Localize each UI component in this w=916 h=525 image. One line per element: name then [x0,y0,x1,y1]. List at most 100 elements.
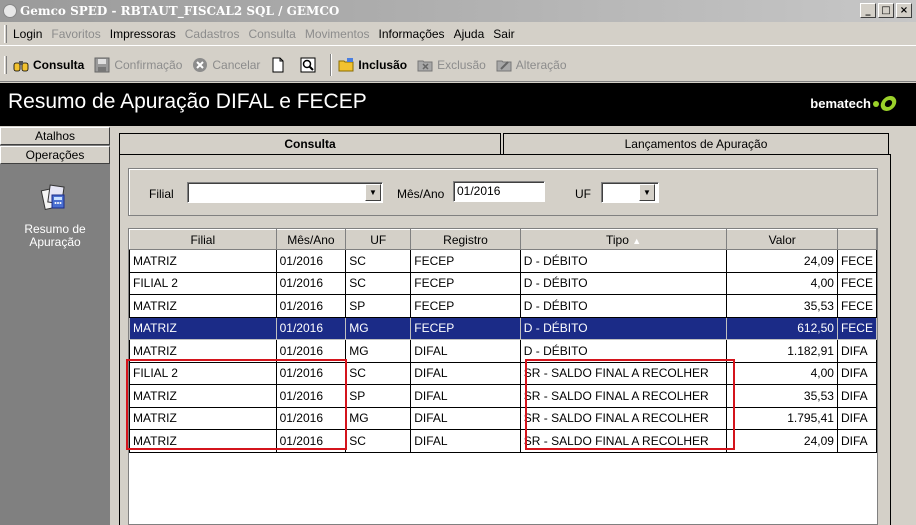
col-header-extra[interactable] [836,229,877,250]
col-header-registro[interactable]: Registro [410,229,521,250]
cell-valor: 4,00 [726,361,838,385]
menu-sair[interactable]: Sair [493,27,514,41]
cancelar-button[interactable]: Cancelar [192,57,260,73]
filial-dropdown-button[interactable]: ▼ [365,184,381,201]
mes-ano-input[interactable]: 01/2016 [453,181,545,202]
cell-registro: FECEP [410,271,521,295]
cell-extra: DIFA [836,361,877,385]
table-row[interactable]: FILIAL 2 01/2016 SC FECEP D - DÉBITO 4,00 FECE [129,271,877,295]
cell-filial: MATRIZ [129,294,277,318]
cell-extra: FECE [836,271,877,295]
menu-ajuda[interactable]: Ajuda [454,27,485,41]
brand-ring-icon [878,96,899,111]
cell-mes-ano: 01/2016 [275,294,347,318]
grid-header-row: Filial Mês/Ano UF Registro Tipo ▲ Valor [129,229,877,250]
sidebar-item-resumo-apuracao[interactable]: Resumo de Apuração [0,223,110,249]
filter-panel: Filial ▼ Mês/Ano 01/2016 UF ▼ [128,168,878,216]
cell-registro: DIFAL [410,339,521,363]
col-header-valor[interactable]: Valor [726,229,838,250]
calculator-document-icon[interactable] [40,183,68,211]
col-header-mes-ano[interactable]: Mês/Ano [275,229,347,250]
exclusao-label: Exclusão [437,57,486,72]
menu-movimentos[interactable]: Movimentos [305,27,370,41]
cancelar-label: Cancelar [212,57,261,72]
cell-registro: DIFAL [410,361,521,385]
cell-valor: 4,00 [726,271,838,295]
maximize-button[interactable]: □ [878,3,894,18]
close-button[interactable]: × [896,3,912,18]
consulta-label: Consulta [33,57,85,72]
main-content: Consulta Lançamentos de Apuração Filial … [111,127,916,525]
cell-registro: DIFAL [410,429,521,453]
cell-valor: 35,53 [726,384,838,408]
cell-tipo: D - DÉBITO [519,271,728,295]
toolbar-grip[interactable] [4,55,7,74]
col-header-tipo[interactable]: Tipo ▲ [519,229,728,250]
confirmacao-label: Confirmação [114,57,183,72]
filial-label: Filial [149,187,174,201]
cell-uf: MG [345,316,412,340]
menu-favoritos[interactable]: Favoritos [51,27,100,41]
menu-bar: Login Favoritos Impressoras Cadastros Co… [0,22,916,46]
new-document-icon [270,57,286,73]
tab-lancamentos-apuracao[interactable]: Lançamentos de Apuração [503,133,889,155]
menu-impressoras[interactable]: Impressoras [110,27,176,41]
binoculars-icon [13,57,29,73]
menu-consulta[interactable]: Consulta [248,27,295,41]
table-row[interactable]: MATRIZ 01/2016 SC FECEP D - DÉBITO 24,09 FECE [129,249,877,273]
brand-dot-icon [873,100,879,107]
cell-valor: 1.182,91 [726,339,838,363]
app-icon [3,4,17,18]
table-row[interactable]: MATRIZ 01/2016 SP FECEP D - DÉBITO 35,53 FECE [129,294,877,318]
cell-tipo: D - DÉBITO [519,249,728,273]
cell-extra: DIFA [836,384,877,408]
cell-valor: 24,09 [726,249,838,273]
highlight-box-filial [126,359,347,450]
sidebar-operacoes-button[interactable]: Operações [0,146,110,164]
cell-uf: SC [345,271,412,295]
cell-uf: SP [345,384,412,408]
cell-extra: DIFA [836,406,877,430]
tab-consulta[interactable]: Consulta [119,133,501,155]
cell-uf: MG [345,406,412,430]
confirmacao-button[interactable]: Confirmação [94,57,182,73]
cell-valor: 24,09 [726,429,838,453]
cell-tipo: D - DÉBITO [519,316,728,340]
sort-ascending-icon: ▲ [632,235,642,246]
menu-cadastros[interactable]: Cadastros [185,27,240,41]
cell-filial: MATRIZ [129,316,277,340]
toolbar-separator [330,53,333,76]
cell-uf: SC [345,429,412,453]
alteracao-button[interactable]: Alteração [496,57,567,73]
sidebar-atalhos-button[interactable]: Atalhos [0,127,110,145]
menubar-grip[interactable] [4,24,7,43]
page-title: Resumo de Apuração DIFAL e FECEP [8,90,367,113]
filial-select[interactable] [187,182,383,203]
new-document-button[interactable] [270,57,290,73]
table-row[interactable]: MATRIZ 01/2016 MG FECEP D - DÉBITO 612,50 FECE [129,316,877,340]
cell-registro: DIFAL [410,384,521,408]
highlight-box-tipo [525,359,735,450]
window-controls: _ □ × [860,3,912,18]
menu-login[interactable]: Login [13,27,42,41]
cell-extra: FECE [836,316,877,340]
consulta-button[interactable]: Consulta [13,57,84,73]
col-header-uf[interactable]: UF [345,229,412,250]
col-header-filial[interactable]: Filial [129,229,277,250]
cell-mes-ano: 01/2016 [275,249,347,273]
cell-extra: DIFA [836,339,877,363]
cell-tipo: D - DÉBITO [519,294,728,318]
toolbar: Consulta Confirmação Cancelar Inclusão E… [0,48,916,82]
inclusao-button[interactable]: Inclusão [338,57,407,73]
uf-dropdown-button[interactable]: ▼ [639,184,655,201]
exclusao-button[interactable]: Exclusão [417,57,486,73]
minimize-button[interactable]: _ [860,3,876,18]
cell-mes-ano: 01/2016 [275,316,347,340]
zoom-button[interactable] [300,57,320,73]
menu-informacoes[interactable]: Informações [379,27,445,41]
inclusao-label: Inclusão [358,57,408,72]
edit-icon [496,57,512,73]
cell-registro: DIFAL [410,406,521,430]
window-title: Gemco SPED - RBTAUT_FISCAL2 SQL / GEMCO [20,4,340,18]
cell-registro: FECEP [410,316,521,340]
